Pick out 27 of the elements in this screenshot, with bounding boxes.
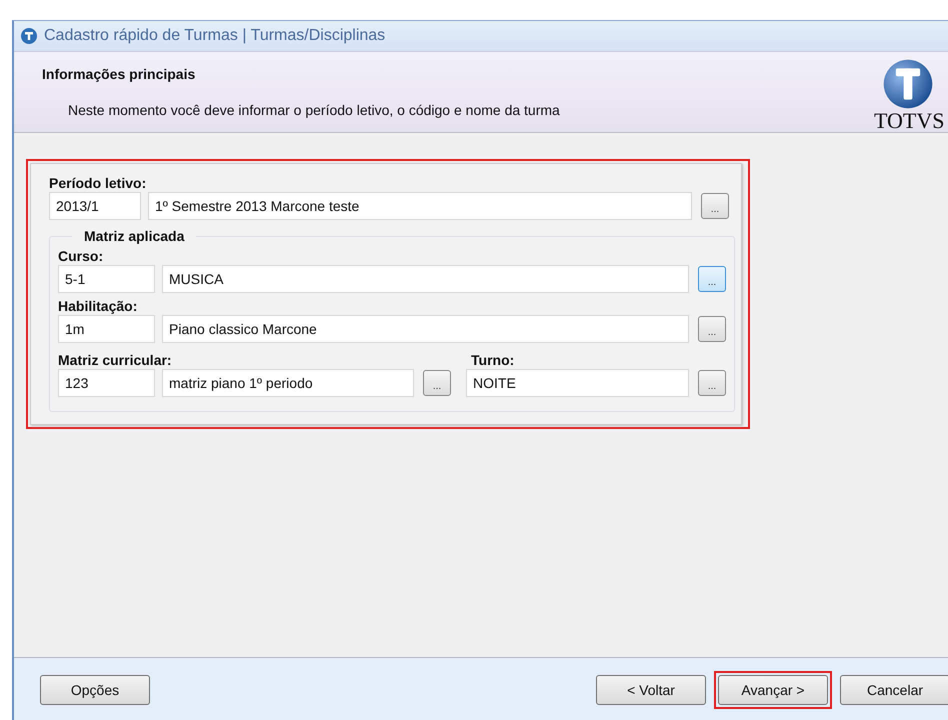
dialog-button[interactable]: Avançar > (718, 674, 828, 704)
field-label: Turno: (471, 351, 514, 369)
input-field[interactable]: 123 (58, 369, 155, 397)
field-label: Matriz curricular: (58, 351, 173, 369)
input-field[interactable]: 1m (58, 315, 155, 343)
input-field[interactable]: 2013/1 (49, 192, 141, 220)
field-label: Habilitação: (58, 297, 138, 315)
input-field[interactable]: MUSICA (162, 265, 689, 293)
input-field[interactable]: Piano classico Marcone (162, 315, 689, 343)
options-button[interactable]: Opções (40, 674, 150, 704)
browse-button[interactable]: ... (698, 316, 726, 342)
input-field[interactable]: matriz piano 1º periodo (162, 369, 414, 397)
browse-button[interactable]: ... (423, 370, 451, 396)
input-field[interactable]: 5-1 (58, 265, 155, 293)
browse-button[interactable]: ... (698, 266, 726, 292)
field-label: Curso: (58, 247, 104, 265)
logo-text: TOTVS (874, 110, 944, 132)
input-field[interactable]: 1º Semestre 2013 Marcone teste (148, 192, 692, 220)
window-title: Cadastro rápido de Turmas | Turmas/Disciplinas (44, 27, 386, 45)
browse-button[interactable]: ... (701, 193, 729, 219)
section-description: Neste momento você deve informar o período letivo, o código e nome da turma (67, 102, 561, 118)
dialog-button[interactable]: Cancelar (840, 674, 948, 704)
dialog-button[interactable]: < Voltar (596, 674, 706, 704)
field-label: Período letivo: (49, 174, 148, 192)
input-field[interactable]: NOITE (466, 369, 689, 397)
browse-button[interactable]: ... (698, 370, 726, 396)
section-title: Informações principais (42, 66, 196, 82)
